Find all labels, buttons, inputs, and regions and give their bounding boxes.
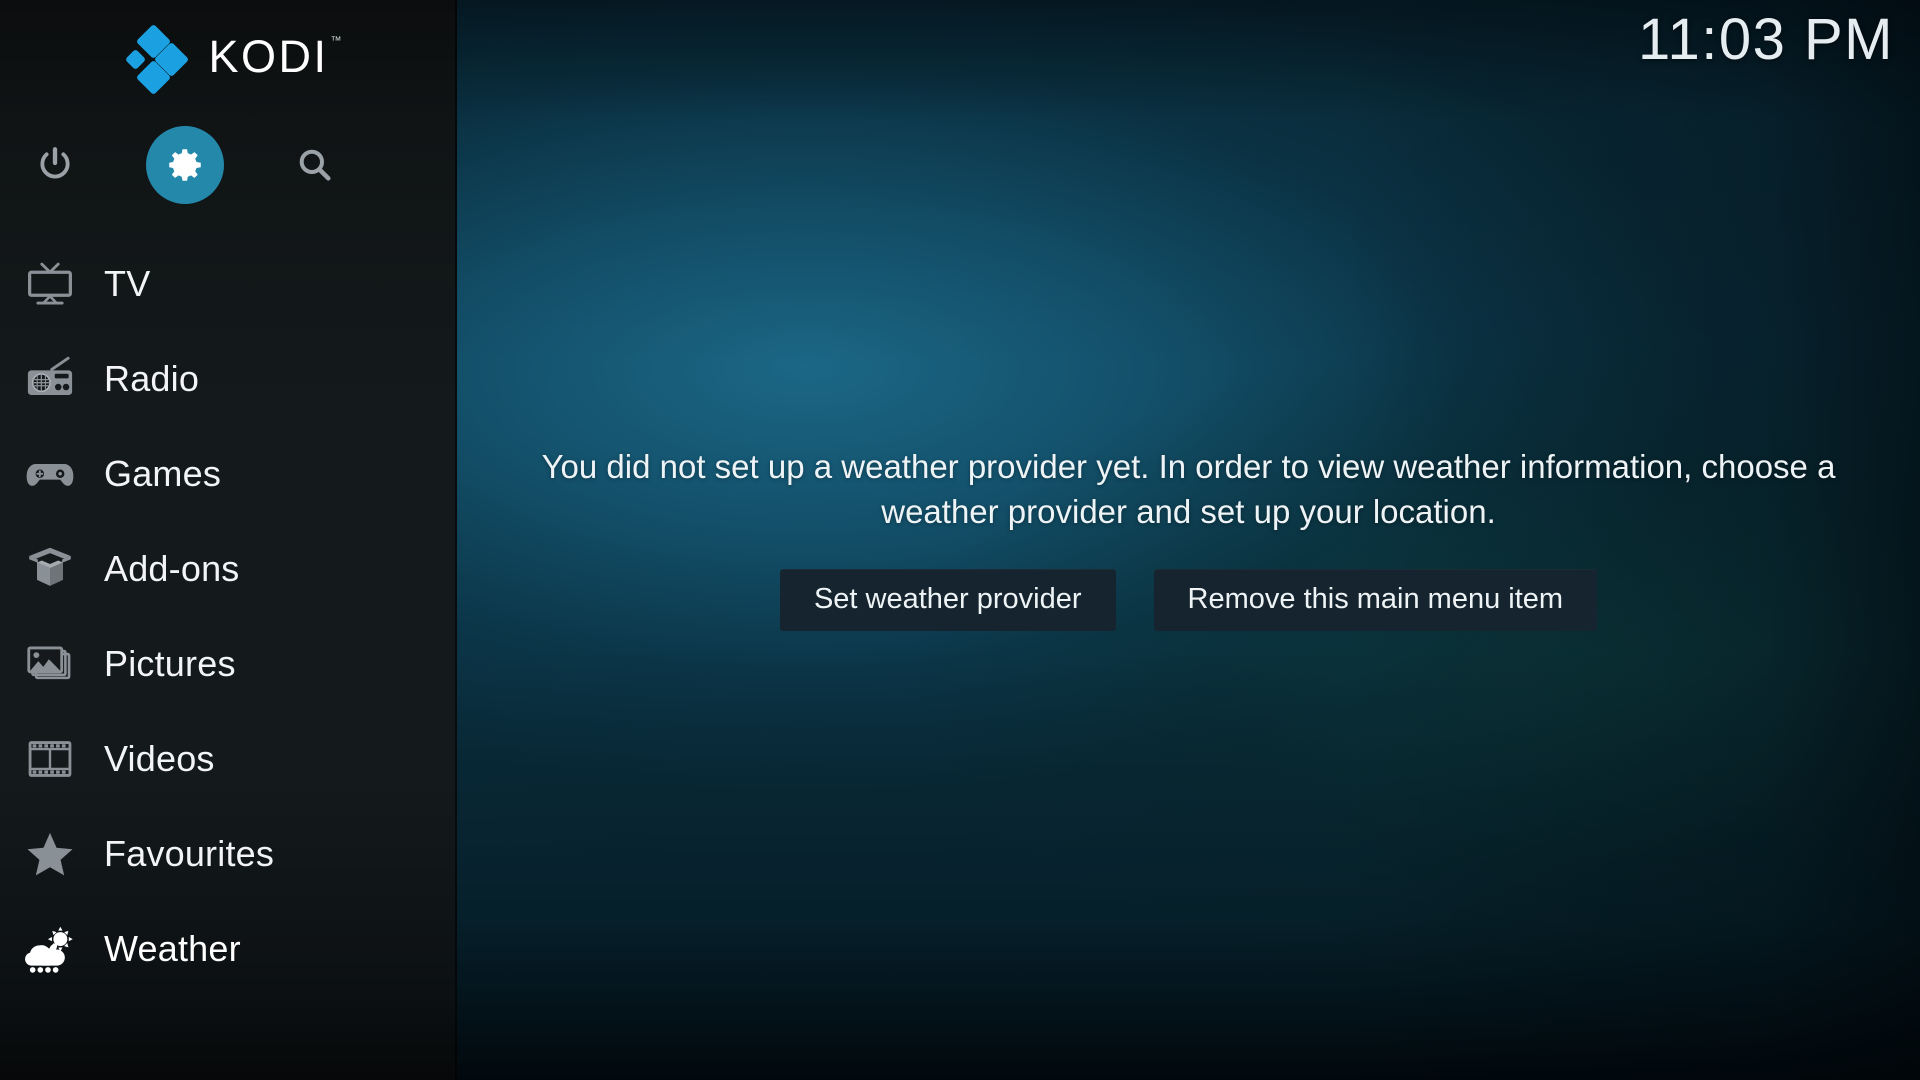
sidebar-item-label: Weather [104,927,241,969]
remove-main-menu-item-button[interactable]: Remove this main menu item [1153,568,1598,631]
settings-button-circle [146,125,224,204]
radio-icon [0,353,100,405]
tv-icon [0,258,100,310]
sidebar-item-label: Favourites [104,832,275,874]
sidebar-item-label: Videos [104,737,215,779]
film-strip-icon [0,733,100,785]
weather-empty-state: You did not set up a weather provider ye… [457,0,1920,1080]
kodi-home-screen: 11:03 PM You did not set up a weather pr… [0,0,1920,1080]
sidebar-item-label: Add-ons [104,547,240,589]
sidebar-item-radio[interactable]: Radio [0,331,457,426]
clock: 11:03 PM [1638,7,1894,72]
gamepad-icon [0,448,100,500]
sidebar-item-games[interactable]: Games [0,426,457,521]
action-button-row: Set weather provider Remove this main me… [779,568,1598,631]
search-button[interactable] [260,144,370,186]
kodi-wordmark: KODI [208,30,329,82]
main-menu: TV Radio Games Add-ons Pictures Videos F… [0,236,457,996]
sidebar-item-videos[interactable]: Videos [0,711,457,806]
sidebar-item-pictures[interactable]: Pictures [0,616,457,711]
power-button[interactable] [0,145,110,185]
settings-button[interactable] [110,125,260,204]
kodi-logo-text: KODI ™ [208,30,341,82]
sidebar-item-label: Radio [104,357,200,399]
set-weather-provider-button[interactable]: Set weather provider [779,568,1116,631]
kodi-logo-mark-icon [125,23,190,96]
search-icon [294,144,336,186]
sidebar-item-weather[interactable]: Weather [0,901,457,996]
sidebar-item-favourites[interactable]: Favourites [0,806,457,901]
picture-icon [0,638,100,690]
star-icon [0,827,100,881]
open-box-icon [0,543,100,595]
sidebar-item-label: Pictures [104,642,236,684]
kodi-logo: KODI ™ [0,0,457,112]
power-icon [35,145,75,185]
sidebar: KODI ™ TV Radio Games Add-ons Pictures V… [0,0,457,1080]
weather-icon [0,922,100,976]
sidebar-item-label: Games [104,452,222,494]
sidebar-top-icon-row [0,112,457,217]
sidebar-item-tv[interactable]: TV [0,236,457,331]
sidebar-item-add-ons[interactable]: Add-ons [0,521,457,616]
gear-icon [164,144,206,186]
sidebar-item-label: TV [104,262,151,304]
weather-setup-message: You did not set up a weather provider ye… [541,448,1836,530]
trademark-symbol: ™ [330,34,342,47]
